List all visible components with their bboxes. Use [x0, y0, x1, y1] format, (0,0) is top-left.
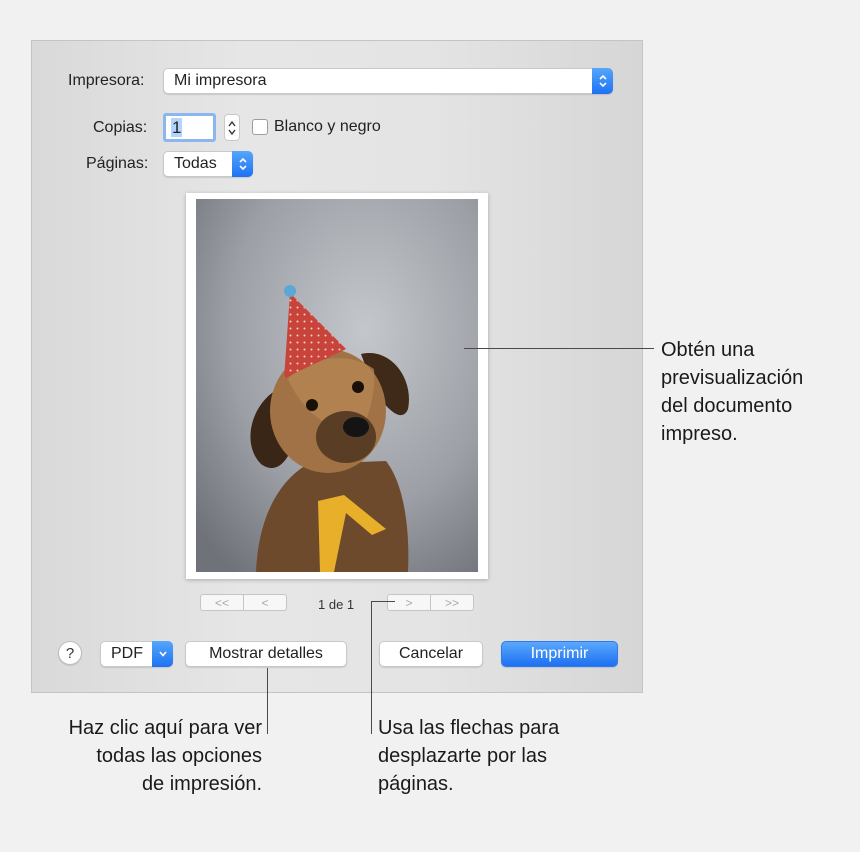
chevron-down-icon: [152, 641, 173, 667]
pages-label: Páginas:: [86, 155, 149, 172]
help-button[interactable]: ?: [58, 641, 82, 665]
document-preview: [186, 193, 488, 579]
copies-stepper[interactable]: [224, 114, 240, 141]
page-nav-forward: > >>: [387, 594, 474, 611]
printer-value: Mi impresora: [174, 72, 267, 89]
print-button[interactable]: Imprimir: [501, 641, 618, 667]
last-page-button[interactable]: >>: [430, 595, 473, 610]
cancel-button[interactable]: Cancelar: [379, 641, 483, 667]
copies-value: 1: [171, 118, 183, 137]
previous-page-button[interactable]: <: [243, 595, 286, 610]
chevron-up-down-icon: [232, 151, 253, 177]
pages-popup[interactable]: Todas: [163, 151, 253, 177]
callout-details: Haz clic aquí para ver todas las opcione…: [68, 717, 262, 795]
printer-label: Impresora:: [68, 72, 145, 89]
next-page-button[interactable]: >: [388, 595, 430, 610]
callout-line-arrows-h: [371, 601, 395, 602]
help-icon: ?: [65, 644, 75, 662]
pdf-label: PDF: [111, 645, 143, 662]
bw-checkbox[interactable]: [252, 119, 268, 135]
page-nav-back: << <: [200, 594, 287, 611]
callout-line-arrows-v: [371, 601, 372, 734]
first-page-button[interactable]: <<: [201, 595, 243, 610]
pdf-menu-button[interactable]: PDF: [100, 641, 173, 667]
print-dialog: Impresora: Mi impresora Copias: 1 Blanco…: [31, 40, 643, 693]
dog-photo: [196, 199, 478, 572]
copies-label: Copias:: [93, 119, 148, 136]
copies-field[interactable]: 1: [163, 113, 216, 142]
stepper-arrows-icon: [228, 120, 236, 135]
callout-line-details: [267, 668, 268, 734]
bw-label: Blanco y negro: [274, 118, 381, 135]
page-counter: 1 de 1: [318, 597, 355, 612]
callout-preview: Obtén una previsualización del documento…: [661, 339, 804, 445]
callout-line-preview: [464, 348, 654, 349]
show-details-button[interactable]: Mostrar detalles: [185, 641, 347, 667]
chevron-up-down-icon: [592, 68, 613, 94]
pages-value: Todas: [174, 155, 217, 172]
printer-popup[interactable]: Mi impresora: [163, 68, 613, 94]
callout-arrows: Usa las flechas para desplazarte por las…: [378, 717, 560, 795]
